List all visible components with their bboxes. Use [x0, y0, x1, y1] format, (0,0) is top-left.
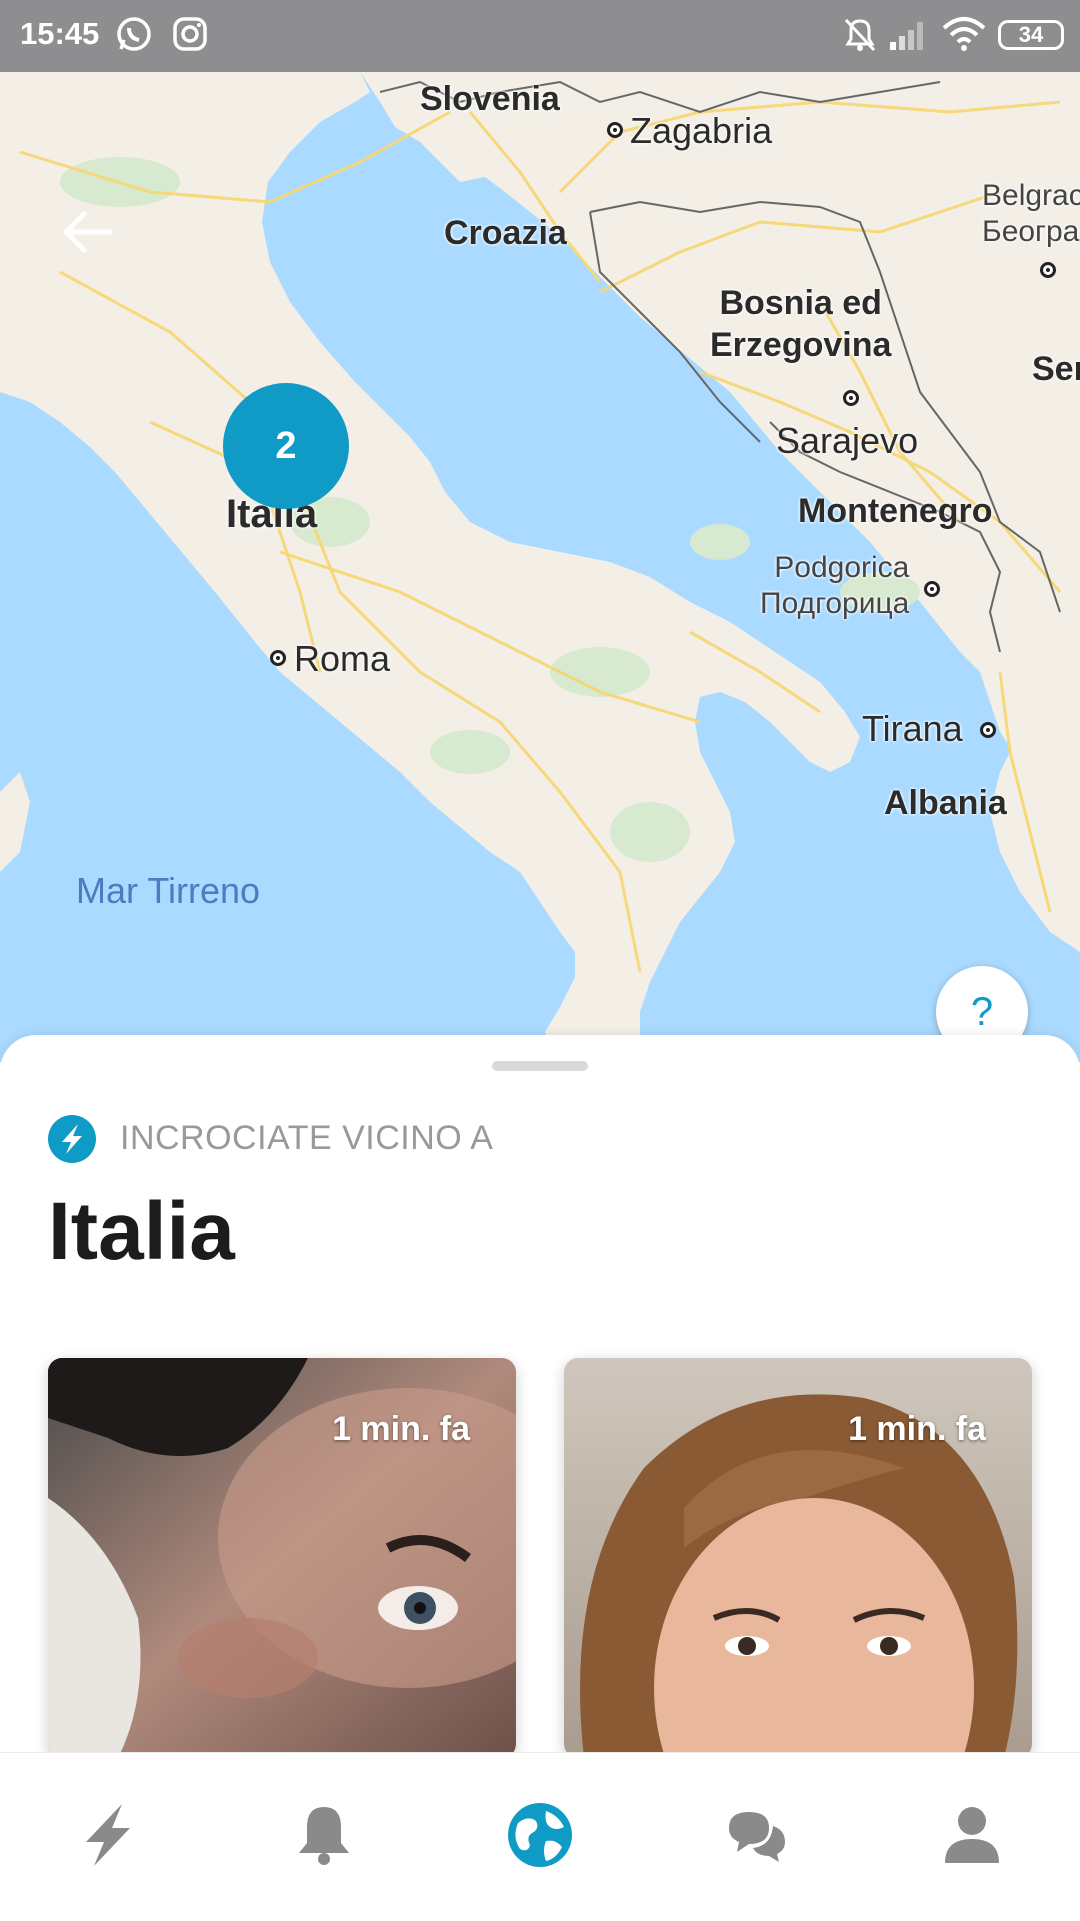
map-label-roma: Roma [294, 638, 391, 679]
signal-icon [888, 18, 930, 57]
instagram-icon [170, 14, 210, 59]
map-label-croazia: Croazia [444, 214, 567, 252]
map-label-bosnia-line1: Bosnia ed [719, 284, 882, 322]
card-time-label: 1 min. fa [848, 1410, 986, 1448]
cluster-count: 2 [275, 424, 297, 467]
map-label-montenegro: Montenegro [798, 492, 993, 530]
whatsapp-icon [114, 14, 154, 59]
map-label-belgrad-cyrillic: Београ [982, 215, 1080, 248]
profile-card[interactable]: 1 min. fa [564, 1358, 1032, 1758]
map-label-podgorica-cyrillic: Подгорица [760, 587, 910, 620]
map-label-albania: Albania [884, 784, 1007, 822]
map-label-podgorica-latin: Podgorica [774, 551, 910, 584]
nav-bolt[interactable] [72, 1799, 144, 1871]
map-cluster-marker[interactable]: 2 [223, 383, 349, 509]
map-label-belgrad-latin: Belgrac [982, 179, 1080, 212]
map-label-slovenia: Slovenia [420, 80, 560, 118]
back-button[interactable] [56, 200, 120, 264]
bell-icon [299, 1807, 349, 1865]
map-label-sarajevo: Sarajevo [776, 420, 919, 461]
battery-level: 34 [1018, 22, 1044, 47]
bell-off-icon [842, 14, 878, 59]
sheet-title: Italia [48, 1186, 235, 1277]
nav-profile[interactable] [936, 1799, 1008, 1871]
card-time-label: 1 min. fa [332, 1410, 470, 1448]
bottom-nav [0, 1752, 1080, 1921]
map-label-tirana: Tirana [862, 708, 963, 749]
drag-handle[interactable] [492, 1061, 588, 1071]
globe-icon [508, 1803, 572, 1867]
help-label: ? [970, 989, 994, 1034]
city-marker [843, 390, 859, 406]
city-marker [607, 122, 623, 138]
map-label-serbia: Ser [1032, 350, 1080, 388]
battery-icon: 34 [998, 20, 1064, 50]
map-label-bosnia: Bosnia ed Erzegovina [710, 282, 891, 366]
status-bar: 15:45 34 [0, 0, 1080, 72]
arrow-left-icon [63, 211, 113, 253]
city-marker [980, 722, 996, 738]
nav-messages[interactable] [720, 1799, 792, 1871]
map-label-belgrad: Belgrac Београ [982, 178, 1080, 250]
city-marker [924, 581, 940, 597]
profile-card[interactable]: 1 min. fa [48, 1358, 516, 1758]
sheet-subtitle: INCROCIATE VICINO A [120, 1119, 494, 1157]
map-label-mar-tirreno: Mar Tirreno [76, 870, 261, 911]
crossing-bolt-icon [48, 1115, 96, 1163]
wifi-icon [942, 16, 986, 57]
bolt-icon [86, 1804, 130, 1866]
nav-map[interactable] [504, 1799, 576, 1871]
map-label-zagabria: Zagabria [630, 110, 773, 151]
map-label-bosnia-line2: Erzegovina [710, 326, 892, 364]
nav-notifications[interactable] [288, 1799, 360, 1871]
map-view[interactable]: Slovenia Zagabria Croazia Belgrac Београ… [0, 72, 1080, 1062]
profile-icon [945, 1807, 999, 1863]
chat-icon [729, 1812, 785, 1862]
status-time: 15:45 [20, 16, 100, 51]
city-marker [1040, 262, 1056, 278]
map-label-podgorica: Podgorica Подгорица [760, 550, 909, 622]
city-marker [270, 650, 286, 666]
